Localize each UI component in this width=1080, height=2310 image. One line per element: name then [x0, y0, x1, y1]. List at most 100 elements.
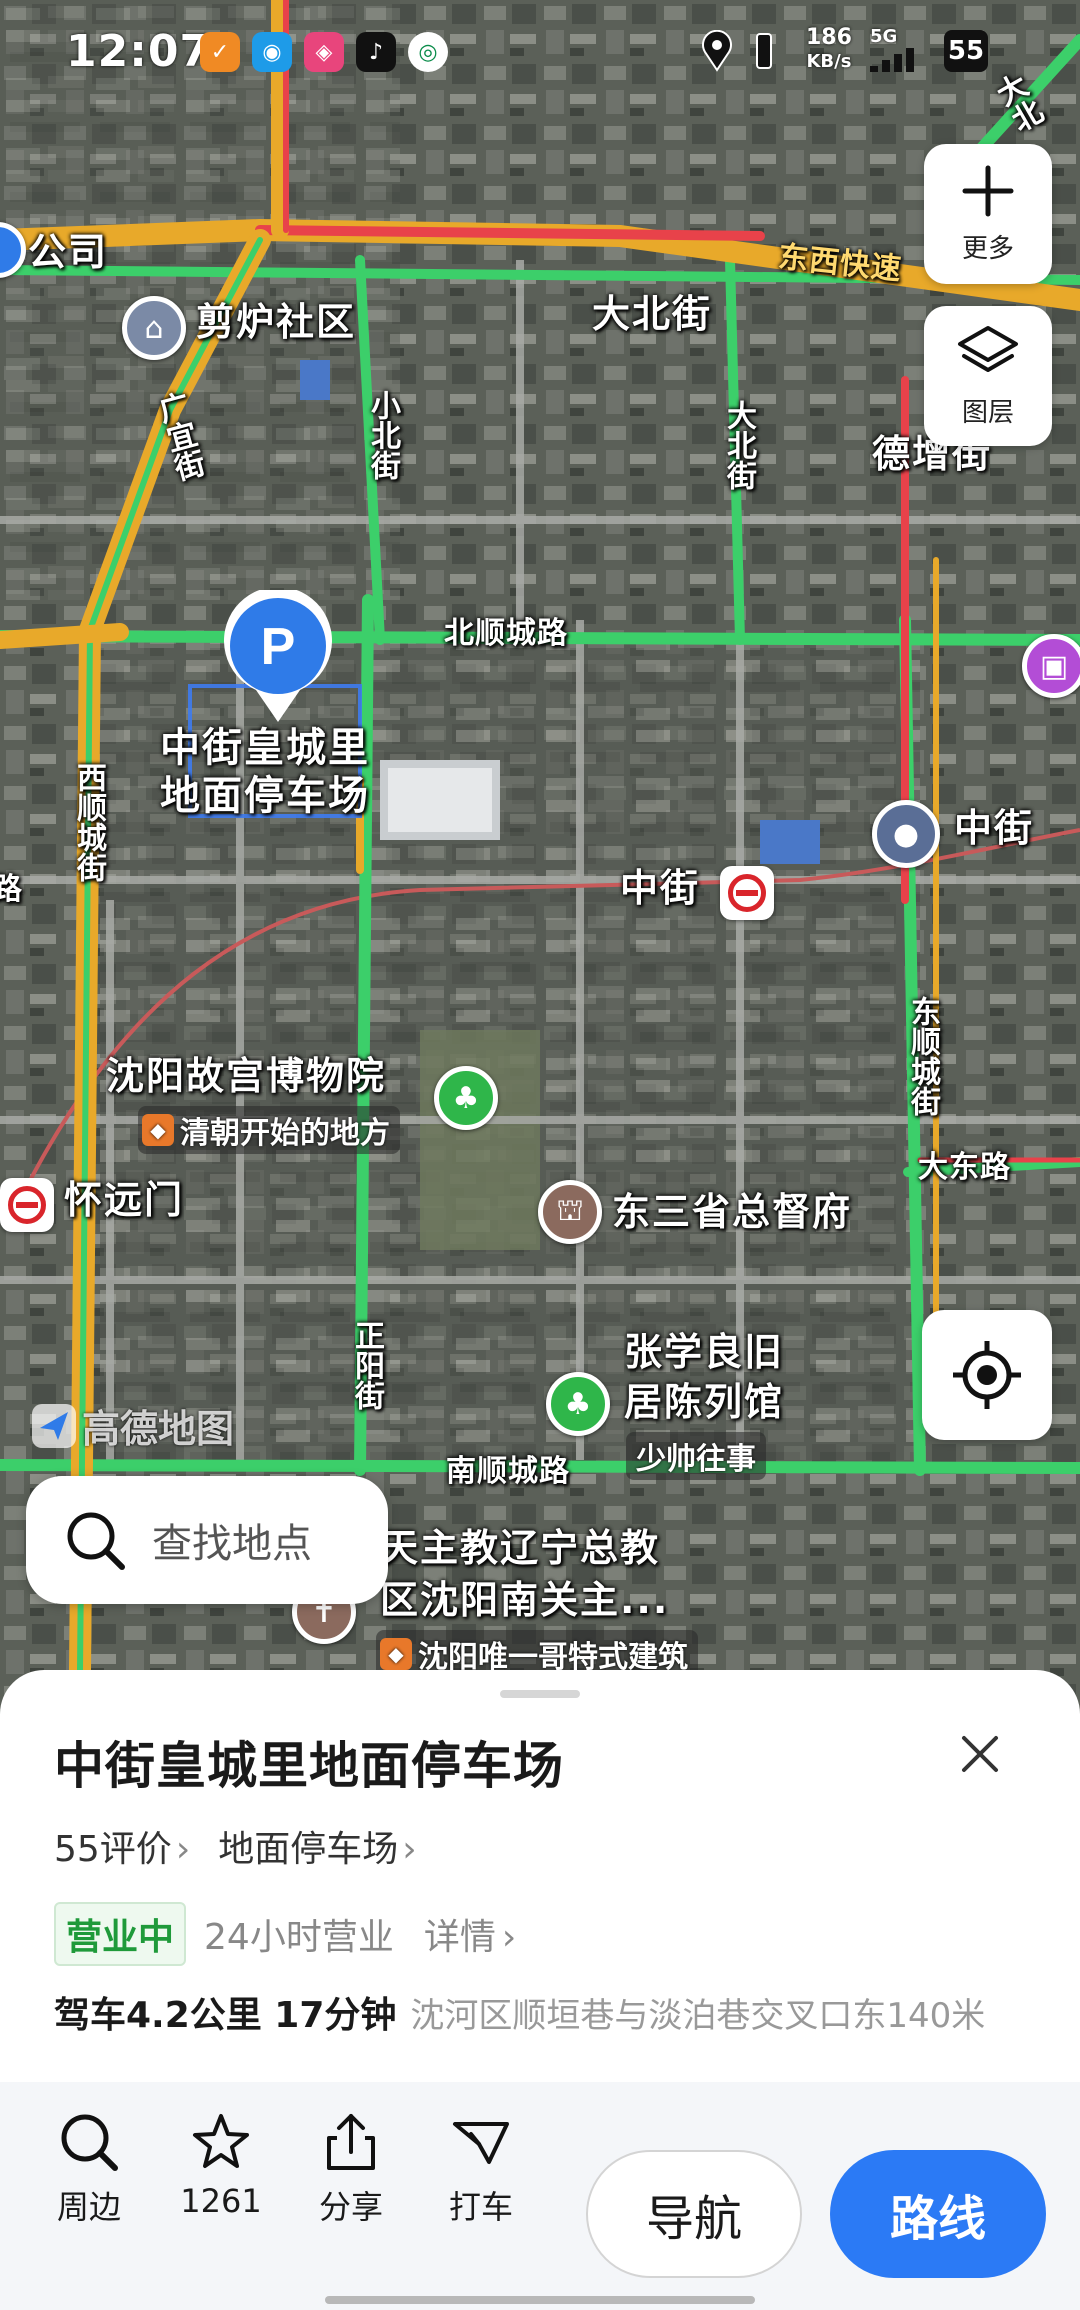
more-button[interactable]: 更多	[924, 144, 1052, 284]
star-icon	[193, 2114, 249, 2168]
metro-icon-huaiyuan[interactable]	[0, 1178, 54, 1232]
action-bar: 周边 1261 分享 打车 导航 路线	[0, 2082, 1080, 2310]
parking-icon: P	[224, 586, 332, 722]
details-label: 详情	[423, 1917, 496, 1958]
taxi-label: 打车	[448, 2188, 513, 2226]
label-zhengyang-street: 正阳街	[349, 1320, 384, 1410]
status-time: 12:07	[66, 26, 212, 77]
zhang-subtitle: 少帅往事	[626, 1432, 766, 1480]
home-indicator[interactable]	[325, 2296, 755, 2304]
museum-poi-icon[interactable]: ♣	[546, 1372, 610, 1436]
place-drive-row: 驾车4.2公里 17分钟 沈河区顺垣巷与淡泊巷交叉口东140米	[54, 1986, 1014, 2046]
battery-indicator: 55	[944, 30, 988, 72]
battery-level: 55	[947, 36, 985, 66]
taxi-button[interactable]: 打车	[426, 2110, 536, 2228]
sheet-drag-handle[interactable]	[500, 1690, 580, 1698]
chevron-right-icon: ›	[501, 1917, 517, 1958]
location-icon	[702, 30, 732, 72]
close-icon[interactable]	[952, 1726, 1008, 1782]
label-zhang-line1[interactable]: 张学良旧	[624, 1330, 784, 1376]
label-xishun-street: 西顺城街	[71, 762, 106, 882]
vibrate-icon	[756, 33, 772, 69]
reviews-count: 55评价	[54, 1829, 172, 1870]
plus-icon	[962, 165, 1014, 216]
shopping-poi-icon[interactable]: ▣	[1022, 634, 1080, 698]
layers-button[interactable]: 图层	[924, 306, 1052, 446]
nearby-button[interactable]: 周边	[34, 2110, 144, 2228]
label-dadong-road: 大东路	[918, 1150, 1011, 1185]
museum-subtitle: ◆ 清朝开始的地方	[138, 1106, 400, 1154]
label-nanshun-road: 南顺城路	[446, 1454, 570, 1489]
label-beishun-road: 北顺城路	[444, 616, 568, 651]
search-bar[interactable]: 查找地点	[26, 1476, 388, 1604]
community-poi-icon[interactable]: ⌂	[122, 296, 186, 360]
tiktok-icon: ♪	[356, 32, 396, 72]
taxi-icon	[453, 2122, 509, 2164]
tag-icon: ◆	[142, 1114, 174, 1146]
label-company[interactable]: 公司	[28, 230, 108, 276]
app-notification-icon: ✓	[200, 32, 240, 72]
label-dusheng-mansion[interactable]: 东三省总督府	[612, 1190, 852, 1236]
details-link[interactable]: 详情 ›	[424, 1908, 516, 1960]
nearby-label: 周边	[56, 2188, 121, 2226]
label-xiaobei: 小北街	[365, 390, 400, 480]
amap-logo-icon	[32, 1403, 76, 1448]
reviews-link[interactable]: 55评价 ›	[54, 1820, 190, 1872]
route-button[interactable]: 路线	[830, 2150, 1046, 2278]
chevron-right-icon: ›	[402, 1829, 417, 1870]
svg-text:P: P	[261, 618, 296, 676]
landmark-poi-icon[interactable]: ⛫	[538, 1180, 602, 1244]
zhang-subtitle-text: 少帅往事	[636, 1442, 756, 1477]
search-icon	[67, 1512, 125, 1570]
signal-icon	[870, 48, 914, 72]
locate-button[interactable]	[922, 1310, 1052, 1440]
app-notification-icon: ◈	[304, 32, 344, 72]
category-label: 地面停车场	[218, 1829, 399, 1870]
area-pin-icon[interactable]: ●	[872, 800, 940, 868]
share-label: 分享	[318, 2188, 383, 2226]
favorite-button[interactable]: 1261	[166, 2110, 276, 2220]
parking-pin[interactable]: P	[220, 586, 336, 730]
drive-info: 驾车4.2公里 17分钟	[54, 1995, 397, 2036]
network-speed-value: 186	[806, 25, 852, 50]
layers-icon	[958, 325, 1018, 372]
label-church-line2[interactable]: 区沈阳南关主...	[380, 1578, 669, 1624]
label-left-edge: 路	[0, 872, 23, 907]
parking-pin-label[interactable]: 中街皇城里 地面停车场	[160, 724, 370, 820]
label-zhongjie-station[interactable]: 中街	[620, 866, 700, 912]
place-meta-row: 55评价 › 地面停车场 ›	[54, 1820, 417, 1872]
share-icon	[327, 2114, 375, 2170]
network-speed: 186 KB/s	[806, 26, 852, 74]
search-icon	[61, 2114, 118, 2171]
navigate-button[interactable]: 导航	[586, 2150, 802, 2278]
label-zhang-line2[interactable]: 居陈列馆	[624, 1380, 784, 1426]
search-placeholder[interactable]: 查找地点	[152, 1511, 312, 1569]
label-dongshun-street: 东顺城街	[905, 996, 940, 1116]
share-button[interactable]: 分享	[296, 2110, 406, 2228]
label-jianlu-community[interactable]: 剪炉社区	[196, 300, 356, 346]
place-address: 沈河区顺垣巷与淡泊巷交叉口东140米	[410, 1996, 986, 2036]
place-status-row: 营业中 24小时营业 详情 ›	[54, 1902, 516, 1966]
pin-label-line2: 地面停车场	[160, 773, 370, 819]
park-poi-icon[interactable]: ♣	[434, 1066, 498, 1130]
bank-app-icon: ◎	[408, 32, 448, 72]
tag-icon: ◆	[380, 1638, 412, 1670]
crosshair-icon	[953, 1341, 1021, 1409]
museum-subtitle-text: 清朝开始的地方	[180, 1116, 390, 1151]
label-zhongjie-area[interactable]: 中街	[954, 806, 1034, 852]
layers-label: 图层	[961, 397, 1014, 428]
status-bar: 12:07 ✓ ◉ ◈ ♪ ◎ 186 KB/s 5G 55	[0, 0, 1080, 100]
favorite-count: 1261	[180, 2182, 262, 2220]
category-link[interactable]: 地面停车场 ›	[218, 1820, 416, 1872]
label-dabeijie: 大北街	[592, 292, 713, 336]
label-church-line1[interactable]: 天主教辽宁总教	[380, 1526, 660, 1572]
network-speed-unit: KB/s	[806, 51, 852, 72]
label-palace-museum[interactable]: 沈阳故宫博物院	[106, 1054, 386, 1100]
metro-icon-zhongjie[interactable]	[720, 866, 774, 920]
more-label: 更多	[961, 233, 1014, 264]
watermark-text: 高德地图	[82, 1407, 235, 1451]
label-huaiyuan-gate[interactable]: 怀远门	[64, 1178, 184, 1224]
app-notification-icon: ◉	[252, 32, 292, 72]
opening-hours: 24小时营业	[204, 1917, 394, 1958]
label-dabeijie-vertical: 大北街	[721, 400, 756, 490]
